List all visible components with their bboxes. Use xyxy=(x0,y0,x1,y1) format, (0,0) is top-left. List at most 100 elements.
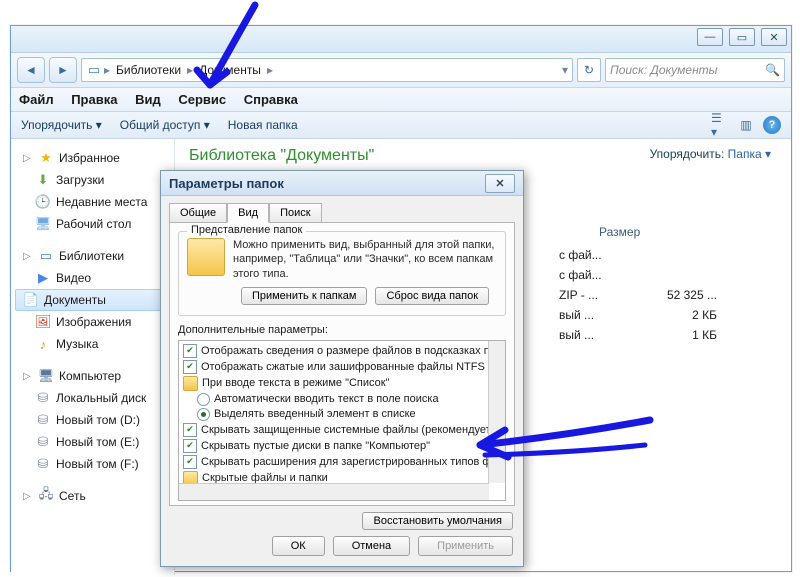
music-icon: ♪ xyxy=(35,336,51,352)
horizontal-scrollbar[interactable] xyxy=(179,483,489,500)
library-icon: ▭ xyxy=(38,248,54,264)
library-icon: ▭ xyxy=(86,62,102,78)
folder-options-dialog: Параметры папок ✕ Общие Вид Поиск Предст… xyxy=(160,170,524,567)
menu-bar: Файл Правка Вид Сервис Справка xyxy=(11,88,791,112)
computer-icon: 🖥 xyxy=(38,368,54,384)
checkbox-icon[interactable]: ✔ xyxy=(183,455,197,469)
toolbar: Упорядочить ▾ Общий доступ ▾ Новая папка… xyxy=(11,112,791,139)
view-mode-icon[interactable]: ☰ ▾ xyxy=(711,116,729,134)
chevron-right-icon[interactable]: ▸ xyxy=(187,63,193,77)
list-item[interactable]: ZIP - ...52 325 ... xyxy=(559,285,777,305)
video-icon: ▶ xyxy=(35,270,51,286)
folder-icon xyxy=(183,376,198,391)
title-bar: — ▭ ✕ xyxy=(11,26,791,53)
checkbox-icon[interactable]: ✔ xyxy=(183,344,197,358)
list-item[interactable]: вый ...2 КБ xyxy=(559,305,777,325)
vertical-scrollbar[interactable] xyxy=(488,341,505,483)
sidebar-pictures[interactable]: 🖼Изображения xyxy=(15,311,170,333)
advanced-label: Дополнительные параметры: xyxy=(178,324,506,336)
breadcrumb-seg-2[interactable]: Документы xyxy=(195,61,265,79)
checkbox-icon[interactable]: ✔ xyxy=(183,360,197,374)
drive-icon: ⛁ xyxy=(35,390,51,406)
sidebar-recent[interactable]: 🕒Недавние места xyxy=(15,191,170,213)
close-button[interactable]: ✕ xyxy=(761,28,787,46)
nav-row: ◄ ► ▭ ▸ Библиотеки ▸ Документы ▸ ▾ ↻ Пои… xyxy=(11,53,791,88)
address-bar[interactable]: ▭ ▸ Библиотеки ▸ Документы ▸ ▾ xyxy=(81,58,573,82)
menu-help[interactable]: Справка xyxy=(244,92,298,107)
checkbox-icon[interactable]: ✔ xyxy=(183,439,197,453)
breadcrumb-seg-1[interactable]: Библиотеки xyxy=(112,61,185,79)
sidebar-video[interactable]: ▶Видео xyxy=(15,267,170,289)
list-item[interactable]: с фай... xyxy=(559,245,777,265)
tab-general[interactable]: Общие xyxy=(169,203,227,223)
chevron-right-icon[interactable]: ▸ xyxy=(104,63,110,77)
download-icon: ⬇ xyxy=(35,172,51,188)
sidebar-favorites[interactable]: ▷★Избранное xyxy=(15,147,170,169)
back-button[interactable]: ◄ xyxy=(17,57,45,83)
list-item[interactable]: вый ...1 КБ xyxy=(559,325,777,345)
folder-icon xyxy=(187,238,225,276)
minimize-button[interactable]: — xyxy=(697,28,723,46)
desktop-icon: 🖥 xyxy=(35,216,51,232)
forward-button[interactable]: ► xyxy=(49,57,77,83)
menu-tools[interactable]: Сервис xyxy=(178,92,226,107)
sidebar-drive-e[interactable]: ⛁Новый том (E:) xyxy=(15,431,170,453)
drive-icon: ⛁ xyxy=(35,456,51,472)
star-icon: ★ xyxy=(38,150,54,166)
address-dropdown-icon[interactable]: ▾ xyxy=(562,63,568,77)
reset-folders-button[interactable]: Сброс вида папок xyxy=(375,287,489,305)
help-icon[interactable]: ? xyxy=(763,116,781,134)
apply-button[interactable]: Применить xyxy=(418,536,513,556)
network-icon: 🖧 xyxy=(38,488,54,504)
menu-file[interactable]: Файл xyxy=(19,92,54,107)
cancel-button[interactable]: Отмена xyxy=(333,536,410,556)
advanced-settings-tree[interactable]: ✔Отображать сведения о размере файлов в … xyxy=(178,340,506,501)
menu-view[interactable]: Вид xyxy=(135,92,161,107)
search-icon: 🔍 xyxy=(765,63,780,77)
sidebar-downloads[interactable]: ⬇Загрузки xyxy=(15,169,170,191)
share-button[interactable]: Общий доступ ▾ xyxy=(120,118,210,132)
sidebar-computer[interactable]: ▷🖥Компьютер xyxy=(15,365,170,387)
menu-edit[interactable]: Правка xyxy=(71,92,117,107)
group-folder-views-label: Представление папок xyxy=(187,224,306,236)
sidebar-documents[interactable]: 📄Документы xyxy=(15,289,170,311)
apply-to-folders-button[interactable]: Применить к папкам xyxy=(241,287,368,305)
checkbox-icon[interactable]: ✔ xyxy=(183,423,197,437)
maximize-button[interactable]: ▭ xyxy=(729,28,755,46)
restore-defaults-button[interactable]: Восстановить умолчания xyxy=(362,512,513,530)
sidebar: ▷★Избранное ⬇Загрузки 🕒Недавние места 🖥Р… xyxy=(11,139,175,575)
refresh-button[interactable]: ↻ xyxy=(577,58,601,82)
radio-icon[interactable] xyxy=(197,393,210,406)
sort-row: Упорядочить: Папка ▾ xyxy=(650,147,771,161)
sidebar-drive-d[interactable]: ⛁Новый том (D:) xyxy=(15,409,170,431)
radio-icon[interactable] xyxy=(197,408,210,421)
drive-icon: ⛁ xyxy=(35,434,51,450)
ok-button[interactable]: ОК xyxy=(272,536,325,556)
dialog-close-button[interactable]: ✕ xyxy=(485,174,515,193)
search-placeholder: Поиск: Документы xyxy=(610,63,718,77)
folder-views-text: Можно применить вид, выбранный для этой … xyxy=(233,238,497,281)
preview-pane-icon[interactable]: ▥ xyxy=(737,116,755,134)
recent-icon: 🕒 xyxy=(35,194,51,210)
tab-view[interactable]: Вид xyxy=(227,203,269,223)
sidebar-drive-f[interactable]: ⛁Новый том (F:) xyxy=(15,453,170,475)
sidebar-desktop[interactable]: 🖥Рабочий стол xyxy=(15,213,170,235)
organize-button[interactable]: Упорядочить ▾ xyxy=(21,118,102,132)
column-size-header[interactable]: Размер xyxy=(599,225,640,239)
sidebar-music[interactable]: ♪Музыка xyxy=(15,333,170,355)
new-folder-button[interactable]: Новая папка xyxy=(228,118,298,132)
drive-icon: ⛁ xyxy=(35,412,51,428)
sidebar-local-disk[interactable]: ⛁Локальный диск xyxy=(15,387,170,409)
sort-dropdown[interactable]: Папка ▾ xyxy=(728,147,771,161)
pictures-icon: 🖼 xyxy=(35,314,51,330)
list-item[interactable]: с фай... xyxy=(559,265,777,285)
dialog-title-bar: Параметры папок ✕ xyxy=(161,171,523,196)
documents-icon: 📄 xyxy=(23,292,39,308)
chevron-right-icon[interactable]: ▸ xyxy=(267,63,273,77)
sort-label: Упорядочить: xyxy=(650,147,725,161)
sidebar-libraries[interactable]: ▷▭Библиотеки xyxy=(15,245,170,267)
sidebar-network[interactable]: ▷🖧Сеть xyxy=(15,485,170,507)
tab-search[interactable]: Поиск xyxy=(269,203,321,223)
search-input[interactable]: Поиск: Документы 🔍 xyxy=(605,58,785,82)
dialog-title: Параметры папок xyxy=(169,176,284,191)
